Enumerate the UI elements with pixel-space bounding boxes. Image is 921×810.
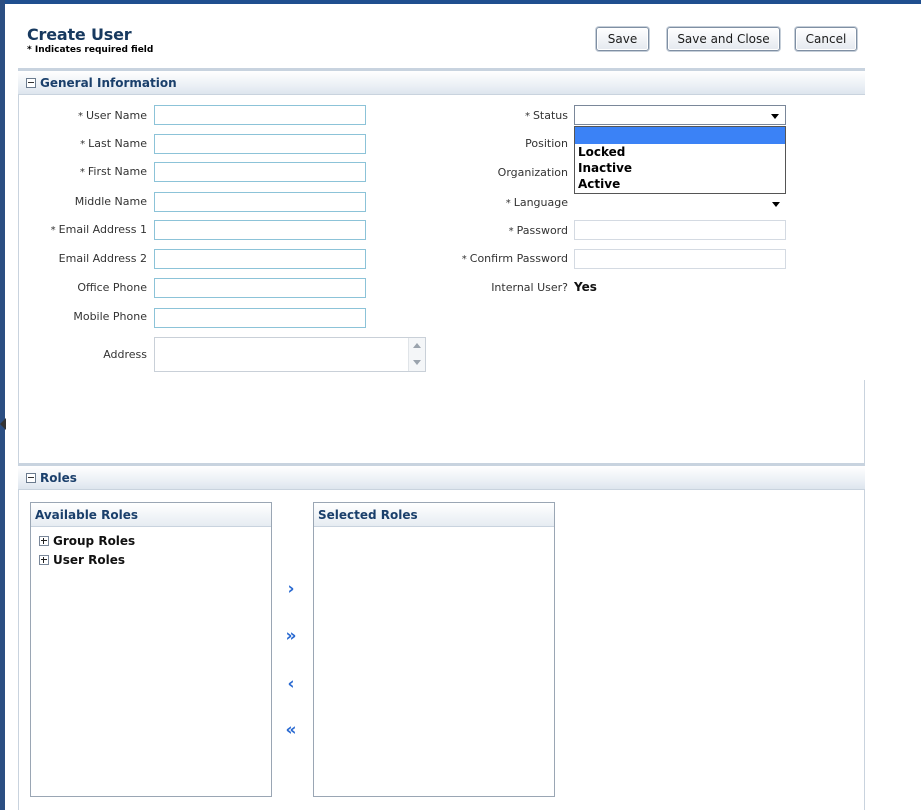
save-and-close-button[interactable]: Save and Close [667, 27, 780, 51]
collapse-icon[interactable] [26, 472, 36, 483]
confirm-password-input[interactable] [574, 249, 786, 269]
tree-item-group-roles[interactable]: Group Roles [31, 531, 271, 550]
address-scrollbar[interactable] [408, 338, 425, 371]
password-label: * Password [508, 224, 568, 237]
organization-label: Organization [497, 166, 568, 179]
email1-input[interactable] [154, 220, 366, 240]
language-label: * Language [505, 196, 568, 209]
status-option-inactive[interactable]: Inactive [575, 160, 785, 176]
left-border [0, 0, 5, 810]
address-label: Address [103, 348, 147, 361]
address-textarea[interactable] [154, 337, 426, 372]
move-all-button[interactable]: » [280, 626, 302, 646]
panel-border [18, 95, 19, 463]
expand-icon[interactable] [39, 554, 49, 565]
first-name-input[interactable] [154, 162, 366, 182]
selected-roles-header: Selected Roles [314, 503, 554, 527]
email2-label: Email Address 2 [58, 252, 147, 265]
panel-border [864, 380, 865, 463]
available-roles-list[interactable]: Available Roles Group Roles User Roles [30, 502, 272, 797]
roles-title: Roles [40, 470, 77, 485]
collapse-arrow-icon[interactable] [0, 418, 6, 430]
mobile-phone-label: Mobile Phone [73, 310, 147, 323]
tree-item-label: Group Roles [53, 533, 136, 548]
scroll-down-icon[interactable] [413, 360, 421, 365]
user-name-input[interactable] [154, 105, 366, 125]
first-name-label: * First Name [79, 165, 147, 178]
top-border [0, 0, 921, 4]
roles-header[interactable]: Roles [18, 463, 865, 490]
office-phone-input[interactable] [154, 278, 366, 298]
status-option-locked[interactable]: Locked [575, 144, 785, 160]
mobile-phone-input[interactable] [154, 308, 366, 328]
status-option-active[interactable]: Active [575, 176, 785, 192]
panel-border [864, 490, 865, 810]
language-select[interactable] [574, 194, 786, 214]
general-information-header[interactable]: General Information [18, 68, 865, 95]
status-option-blank[interactable] [575, 127, 785, 144]
required-note: * Indicates required field [27, 45, 154, 55]
position-label: Position [525, 137, 568, 150]
available-roles-header: Available Roles [31, 503, 271, 527]
remove-button[interactable]: ‹ [280, 674, 302, 694]
middle-name-input[interactable] [154, 192, 366, 212]
internal-user-value: Yes [574, 280, 597, 294]
selected-roles-list[interactable]: Selected Roles [313, 502, 555, 797]
confirm-password-label: * Confirm Password [461, 252, 568, 265]
email2-input[interactable] [154, 249, 366, 269]
user-name-label: * User Name [77, 109, 147, 122]
panel-border [18, 490, 19, 810]
internal-user-label: Internal User? [491, 281, 568, 294]
middle-name-label: Middle Name [74, 195, 147, 208]
last-name-input[interactable] [154, 134, 366, 154]
last-name-label: * Last Name [80, 137, 147, 150]
email1-label: * Email Address 1 [50, 223, 147, 236]
expand-icon[interactable] [39, 535, 49, 546]
scroll-up-icon[interactable] [413, 343, 421, 348]
chevron-down-icon[interactable] [772, 202, 780, 207]
move-button[interactable]: › [280, 579, 302, 599]
collapse-icon[interactable] [26, 77, 36, 88]
page-title: Create User [27, 25, 132, 44]
office-phone-label: Office Phone [77, 281, 147, 294]
status-select[interactable] [574, 105, 786, 125]
remove-all-button[interactable]: « [280, 720, 302, 740]
cancel-button[interactable]: Cancel [795, 27, 857, 51]
status-dropdown-list[interactable]: Locked Inactive Active [574, 126, 786, 194]
tree-item-label: User Roles [53, 552, 125, 567]
chevron-down-icon[interactable] [771, 114, 779, 119]
password-input[interactable] [574, 220, 786, 240]
general-information-title: General Information [40, 75, 177, 90]
status-label: * Status [524, 109, 568, 122]
save-button[interactable]: Save [596, 27, 649, 51]
tree-item-user-roles[interactable]: User Roles [31, 550, 271, 569]
